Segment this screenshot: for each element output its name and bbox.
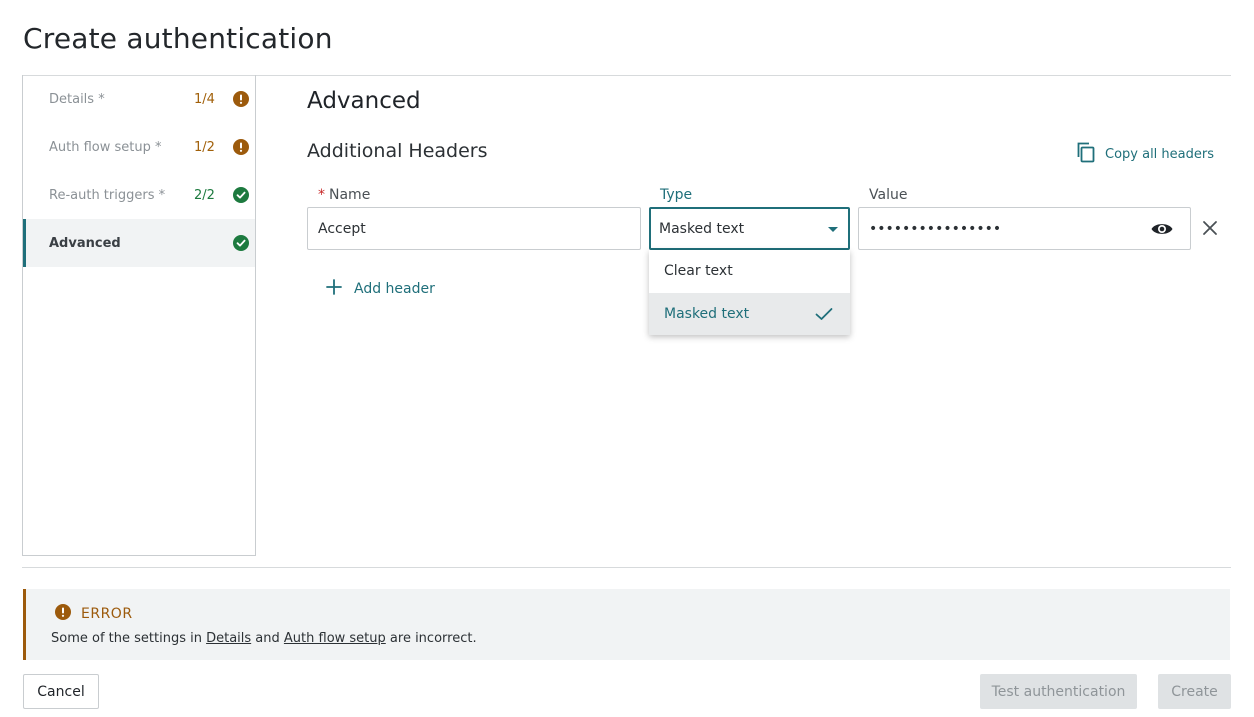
warning-icon <box>233 91 249 107</box>
check-circle-icon <box>233 235 249 251</box>
dropdown-option-masked-text[interactable]: Masked text <box>649 293 850 335</box>
step-details[interactable]: Details * 1/4 <box>23 75 255 123</box>
caret-down-icon <box>828 227 838 232</box>
plus-icon <box>326 279 342 299</box>
subsection-title: Additional Headers <box>307 140 488 162</box>
section-title: Advanced <box>307 88 421 114</box>
cancel-button[interactable]: Cancel <box>23 674 99 709</box>
step-count: 1/2 <box>194 139 215 155</box>
step-label: Auth flow setup * <box>49 139 162 155</box>
bottom-divider <box>22 567 1231 568</box>
details-link[interactable]: Details <box>206 631 251 646</box>
remove-header-button[interactable] <box>1200 218 1220 242</box>
add-header-label: Add header <box>354 281 435 297</box>
page-title: Create authentication <box>23 22 333 55</box>
header-type-value: Masked text <box>659 220 745 237</box>
type-column-label: Type <box>660 187 693 203</box>
error-message: Some of the settings in Details and Auth… <box>51 631 477 646</box>
step-count: 1/4 <box>194 91 215 107</box>
add-header-button[interactable]: Add header <box>326 279 435 299</box>
warning-icon <box>55 604 71 624</box>
copy-icon <box>1075 141 1097 167</box>
test-authentication-button[interactable]: Test authentication <box>980 674 1137 709</box>
step-re-auth-triggers[interactable]: Re-auth triggers * 2/2 <box>23 171 255 219</box>
eye-icon[interactable] <box>1150 220 1174 242</box>
step-count: 2/2 <box>194 187 215 203</box>
warning-icon <box>233 139 249 155</box>
copy-all-headers-button[interactable]: Copy all headers <box>1075 141 1214 167</box>
type-dropdown-menu: Clear text Masked text <box>649 250 850 335</box>
checkmark-icon <box>814 306 834 326</box>
step-label: Re-auth triggers * <box>49 187 166 203</box>
create-button[interactable]: Create <box>1158 674 1231 709</box>
step-label: Advanced <box>49 235 121 251</box>
steps-sidebar: Details * 1/4 Auth flow setup * 1/2 Re-a… <box>22 75 256 556</box>
error-banner: ERROR Some of the settings in Details an… <box>23 589 1230 660</box>
name-column-label: * Name <box>318 187 371 203</box>
header-name-input[interactable]: Accept <box>307 207 641 250</box>
dropdown-option-clear-text[interactable]: Clear text <box>649 250 850 292</box>
close-icon <box>1200 221 1220 242</box>
step-auth-flow-setup[interactable]: Auth flow setup * 1/2 <box>23 123 255 171</box>
error-heading: ERROR <box>55 604 133 624</box>
step-advanced[interactable]: Advanced <box>23 219 255 267</box>
value-column-label: Value <box>869 187 908 203</box>
step-label: Details * <box>49 91 105 107</box>
header-type-select[interactable]: Masked text <box>649 207 850 250</box>
header-value-masked: •••••••••••••••• <box>869 220 1002 237</box>
error-title: ERROR <box>81 606 133 622</box>
required-mark: * <box>318 187 325 203</box>
header-name-value: Accept <box>318 220 366 237</box>
auth-flow-setup-link[interactable]: Auth flow setup <box>284 631 386 646</box>
header-value-input[interactable]: •••••••••••••••• <box>858 207 1191 250</box>
copy-all-headers-label: Copy all headers <box>1105 146 1215 162</box>
check-circle-icon <box>233 187 249 203</box>
